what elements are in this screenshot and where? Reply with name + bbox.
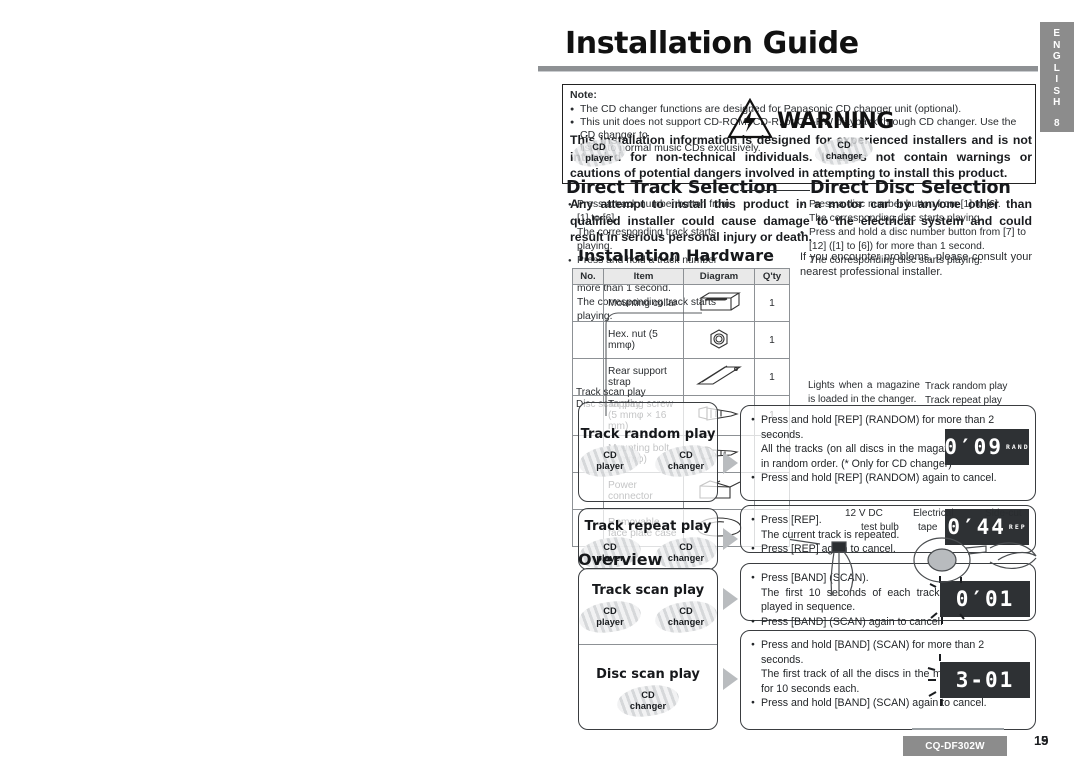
play-mode-name: Track scan play (591, 583, 705, 598)
heading-rule (740, 190, 800, 192)
play-mode-name: Disc scan play (596, 667, 700, 682)
chip-cd-player: CD player (577, 441, 643, 481)
step: Press and hold [REP] (RANDOM) again to c… (751, 471, 1025, 486)
source-chips: CD changer (579, 681, 717, 721)
heading-direct-track-selection: Direct Track Selection (566, 178, 778, 198)
chip-cd-player: CD player (577, 597, 643, 637)
wiring-illustration (790, 537, 1037, 597)
heading-rule (798, 190, 810, 192)
step: Press and hold [BAND] (SCAN) again to ca… (751, 696, 1025, 711)
chip-cd-changer: CD changer (653, 533, 719, 573)
flash-marks-icon (927, 654, 942, 706)
manual-page: E N G L I S H 8 Installation Guide Note:… (0, 0, 1080, 762)
arrow-icon (723, 668, 738, 690)
magazine-indicator-note: Lights when a magazine is loaded in the … (808, 380, 920, 405)
lang-letter: H (1053, 97, 1061, 108)
arrow-icon (723, 528, 738, 550)
lcd-indicator: RAND (1005, 443, 1030, 451)
ghost-chip-cd-player: CD player (570, 136, 628, 170)
list-item: Press a disc number button from [1] to [… (800, 198, 1032, 212)
play-mode-name: Track random play (580, 427, 716, 442)
note-continuation: listen to normal music CDs exclusively. (580, 142, 761, 154)
play-mode-name: Track repeat play (584, 519, 712, 534)
list-item: Press and hold a disc number button from… (800, 226, 1032, 254)
arrow-icon (723, 452, 738, 474)
footer-rule (912, 728, 1004, 730)
lang-letter: N (1053, 39, 1061, 51)
list-subtext: The corresponding disc starts playing. (809, 213, 983, 224)
lang-letter: I (1055, 74, 1059, 85)
list-item: Press a track number button from [1] to … (568, 198, 743, 226)
arrow-icon (723, 588, 738, 610)
lang-letter: E (1053, 28, 1061, 39)
leader-lines (605, 312, 702, 416)
lang-letter: L (1053, 62, 1061, 74)
heading-installation-hardware: Installation Hardware (578, 246, 775, 265)
lang-letter: G (1052, 51, 1062, 62)
note-item: This unit does not support CD-ROM, CD-R,… (570, 116, 1028, 142)
step: Press [BAND] (SCAN) again to cancel. (751, 615, 1025, 630)
overview-mode-random: Track random play (925, 381, 1008, 392)
title-divider (538, 66, 1038, 72)
source-chips: CD player CD changer (577, 597, 719, 637)
lcd-value: 0′09 (944, 435, 1003, 459)
lang-letter: S (1053, 85, 1061, 97)
language-tab-number: 8 (1053, 117, 1061, 129)
play-mode-card-scan-group: Track scan play CD player CD changer Disc … (577, 568, 719, 730)
chip-cd-changer: CD changer (615, 681, 681, 721)
note-item: The CD changer functions are designed fo… (570, 103, 1028, 116)
direct-disc-selection-list: Press a disc number button from [1] to [… (800, 198, 1032, 268)
page-number-ghost: 5 (1041, 733, 1049, 748)
lcd-display-track-random: 0′09 RAND (944, 430, 1030, 464)
note-box: Note: The CD changer functions are desig… (562, 84, 1036, 184)
model-badge: CQ-DF302W (903, 736, 1007, 756)
language-tab-english: E N G L I S H 8 (1040, 22, 1074, 132)
note-heading: Note: (570, 89, 597, 101)
heading-direct-disc-selection: Direct Disc Selection (810, 178, 1011, 198)
ghost-chip-cd-changer: CD changer (813, 134, 875, 168)
card-divider (579, 644, 717, 645)
chip-cd-changer: CD changer (653, 597, 719, 637)
chip-cd-changer: CD changer (653, 441, 719, 481)
source-chips: CD player CD changer (577, 441, 719, 481)
heading-overview: Overview (578, 550, 663, 569)
page-title: Installation Guide (565, 26, 859, 61)
list-subtext: The corresponding disc starts playing. (809, 255, 983, 266)
